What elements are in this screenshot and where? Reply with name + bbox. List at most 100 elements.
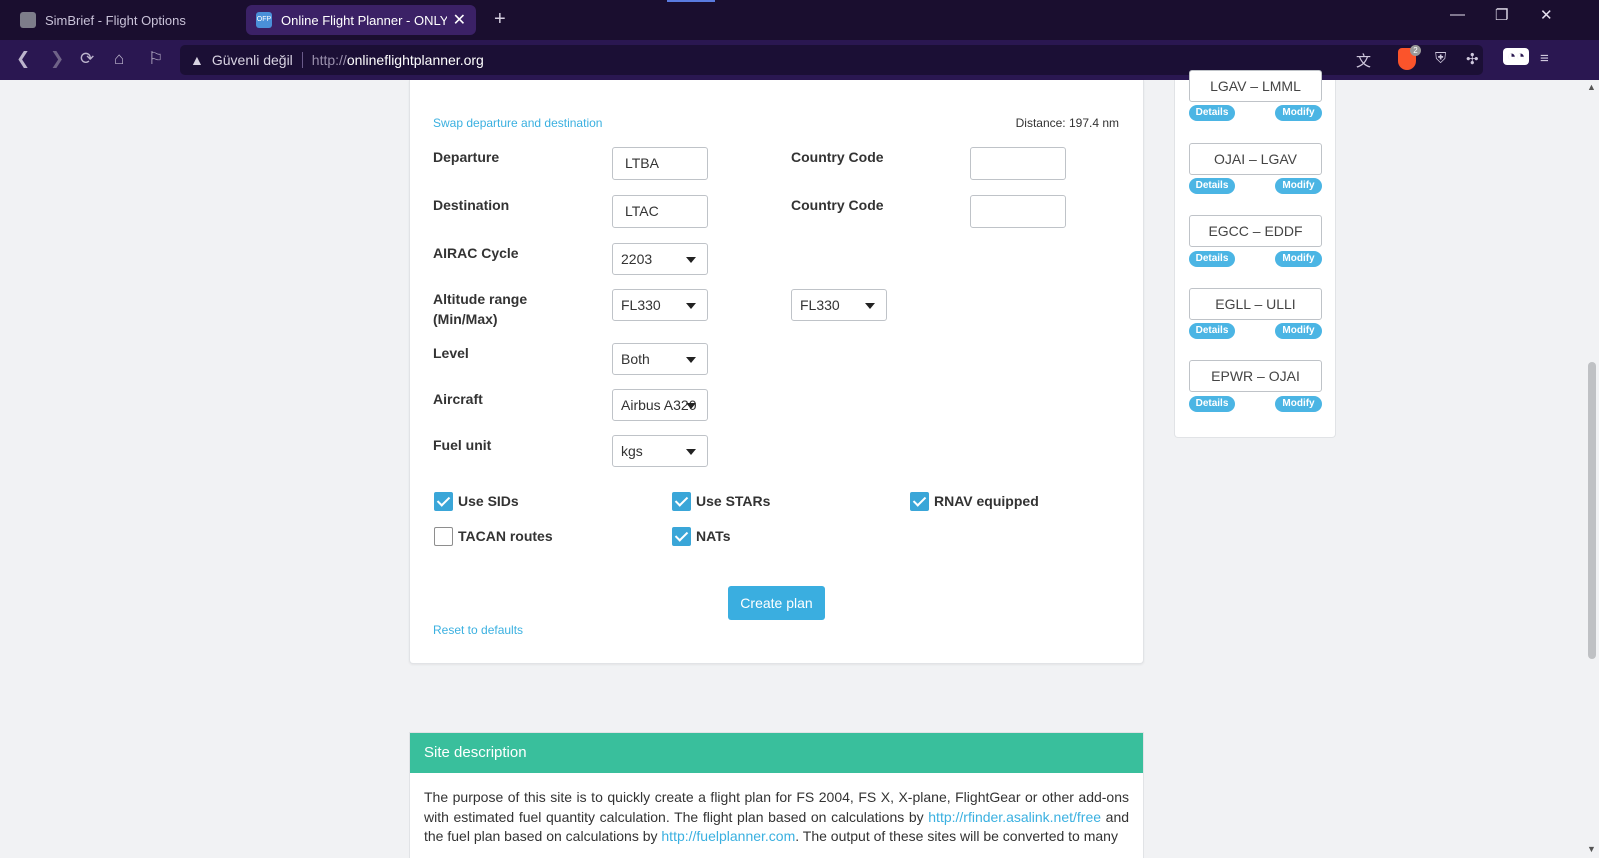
airac-value: 2203 <box>621 251 653 267</box>
swap-link[interactable]: Swap departure and destination <box>433 116 602 130</box>
scroll-up-icon[interactable]: ▲ <box>1587 82 1596 92</box>
rnav-checkbox[interactable] <box>910 492 929 511</box>
nats-label[interactable]: NATs <box>696 528 730 544</box>
create-plan-button[interactable]: Create plan <box>728 586 825 620</box>
modify-button[interactable]: Modify <box>1275 251 1322 267</box>
details-button[interactable]: Details <box>1189 105 1235 121</box>
browser-tab-bar: SimBrief - Flight Options OFP Online Fli… <box>0 0 1599 40</box>
modify-button[interactable]: Modify <box>1275 323 1322 339</box>
minimize-icon[interactable]: — <box>1450 6 1465 23</box>
details-button[interactable]: Details <box>1189 178 1235 194</box>
brave-badge: 2 <box>1410 45 1421 56</box>
tacan-checkbox[interactable] <box>434 527 453 546</box>
reset-defaults-link[interactable]: Reset to defaults <box>433 623 523 637</box>
chevron-down-icon <box>686 303 696 309</box>
menu-icon[interactable]: ≡ <box>1540 50 1549 67</box>
use-stars-label[interactable]: Use STARs <box>696 493 770 509</box>
close-tab-icon[interactable]: ✕ <box>453 10 466 30</box>
aircraft-label: Aircraft <box>433 391 483 407</box>
tab-title: SimBrief - Flight Options <box>45 12 186 28</box>
fuelplanner-link[interactable]: http://fuelplanner.com <box>661 828 795 844</box>
home-icon[interactable]: ⌂ <box>114 49 124 69</box>
translate-icon[interactable]: 文 <box>1356 50 1371 71</box>
altitude-label: Altitude range <box>433 291 528 307</box>
details-button[interactable]: Details <box>1189 323 1235 339</box>
modify-button[interactable]: Modify <box>1275 105 1322 121</box>
departure-country-label: Country Code <box>791 149 884 165</box>
chevron-down-icon <box>686 403 696 409</box>
route-item[interactable]: EGLL – ULLI <box>1189 288 1322 320</box>
route-item[interactable]: OJAI – LGAV <box>1189 143 1322 175</box>
altitude-sublabel: (Min/Max) <box>433 311 498 327</box>
destination-country-input[interactable] <box>970 195 1066 228</box>
rfinder-link[interactable]: http://rfinder.asalink.net/free <box>928 809 1101 825</box>
level-label: Level <box>433 345 469 361</box>
tab-title: Online Flight Planner - ONLY FO <box>281 12 447 28</box>
extensions-icon[interactable]: ✣ <box>1466 50 1479 68</box>
tab-loading-indicator <box>667 0 715 2</box>
use-stars-checkbox[interactable] <box>672 492 691 511</box>
airac-select[interactable]: 2203 <box>612 243 708 275</box>
route-item[interactable]: EPWR – OJAI <box>1189 360 1322 392</box>
simbrief-favicon-icon <box>20 12 36 28</box>
chevron-down-icon <box>686 257 696 263</box>
distance-readout: Distance: 197.4 nm <box>1015 116 1119 130</box>
rnav-label[interactable]: RNAV equipped <box>934 493 1039 509</box>
reader-icon[interactable]: ◔◔ <box>1503 48 1530 65</box>
shield-icon[interactable]: ⛨ <box>1435 50 1446 67</box>
level-select[interactable]: Both <box>612 343 708 375</box>
bookmark-icon[interactable]: ⚐ <box>148 49 163 69</box>
fuel-unit-select[interactable]: kgs <box>612 435 708 467</box>
altitude-min-value: FL330 <box>621 297 661 313</box>
recent-plans-panel: LGAV – LMML Details Modify OJAI – LGAV D… <box>1174 70 1336 438</box>
nats-checkbox[interactable] <box>672 527 691 546</box>
reload-icon[interactable]: ⟳ <box>80 49 94 69</box>
route-item[interactable]: LGAV – LMML <box>1189 70 1322 102</box>
altitude-max-value: FL330 <box>800 297 840 313</box>
description-text: . The output of these sites will be conv… <box>795 828 1118 844</box>
fuel-unit-value: kgs <box>621 443 643 459</box>
departure-country-input[interactable] <box>970 147 1066 180</box>
use-sids-checkbox[interactable] <box>434 492 453 511</box>
altitude-max-select[interactable]: FL330 <box>791 289 887 321</box>
destination-label: Destination <box>433 197 510 213</box>
browser-toolbar: ❮ ❯ ⟳ ⌂ ⚐ ▲ Güvenli değil http:// online… <box>0 40 1599 80</box>
tacan-label[interactable]: TACAN routes <box>458 528 553 544</box>
page-scrollbar[interactable]: ▲ ▼ <box>1583 80 1599 858</box>
altitude-min-select[interactable]: FL330 <box>612 289 708 321</box>
warning-icon: ▲ <box>190 52 204 68</box>
destination-input[interactable]: LTAC <box>612 195 708 228</box>
divider <box>301 52 303 68</box>
tab-online-flight-planner[interactable]: OFP Online Flight Planner - ONLY FO ✕ <box>246 5 476 35</box>
restore-icon[interactable]: ❐ <box>1495 6 1508 24</box>
departure-input[interactable]: LTBA <box>612 147 708 180</box>
modify-button[interactable]: Modify <box>1275 178 1322 194</box>
details-button[interactable]: Details <box>1189 251 1235 267</box>
ofp-favicon-icon: OFP <box>256 12 272 28</box>
new-tab-button[interactable]: + <box>494 8 506 31</box>
airac-label: AIRAC Cycle <box>433 245 519 261</box>
scrollbar-thumb[interactable] <box>1588 362 1596 659</box>
flight-plan-form: Swap departure and destination Distance:… <box>409 80 1144 664</box>
chevron-down-icon <box>686 449 696 455</box>
departure-label: Departure <box>433 149 500 165</box>
use-sids-label[interactable]: Use SIDs <box>458 493 519 509</box>
details-button[interactable]: Details <box>1189 396 1235 412</box>
back-icon[interactable]: ❮ <box>16 49 30 69</box>
scroll-down-icon[interactable]: ▼ <box>1587 844 1596 854</box>
close-window-icon[interactable]: ✕ <box>1540 6 1553 24</box>
tab-simbrief[interactable]: SimBrief - Flight Options <box>10 5 238 35</box>
forward-icon[interactable]: ❯ <box>50 49 64 69</box>
fuel-unit-label: Fuel unit <box>433 437 492 453</box>
aircraft-select[interactable]: Airbus A320 <box>612 389 708 421</box>
security-status[interactable]: Güvenli değil <box>212 52 293 68</box>
route-item[interactable]: EGCC – EDDF <box>1189 215 1322 247</box>
site-description-text: The purpose of this site is to quickly c… <box>410 773 1143 847</box>
url-protocol: http:// <box>311 52 347 68</box>
modify-button[interactable]: Modify <box>1275 396 1322 412</box>
destination-country-label: Country Code <box>791 197 884 213</box>
chevron-down-icon <box>865 303 875 309</box>
site-description-heading: Site description <box>410 733 1143 773</box>
site-description-panel: Site description The purpose of this sit… <box>409 732 1144 858</box>
level-value: Both <box>621 351 650 367</box>
